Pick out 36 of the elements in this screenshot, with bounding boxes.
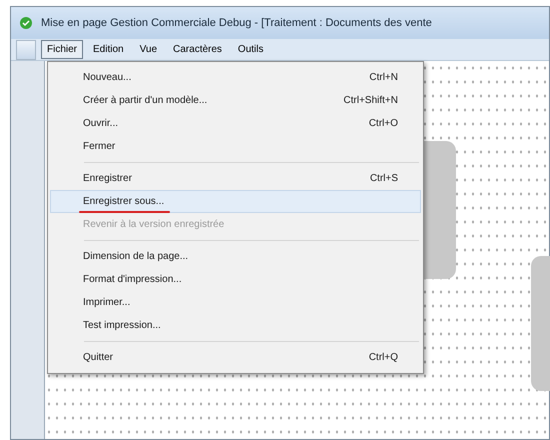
menu-item-label: Enregistrer bbox=[83, 173, 132, 184]
menu-item[interactable]: Imprimer... bbox=[50, 291, 421, 314]
menu-item-label: Créer à partir d'un modèle... bbox=[83, 95, 208, 106]
menu-item-label: Revenir à la version enregistrée bbox=[83, 219, 224, 230]
shortcut-label: Ctrl+O bbox=[368, 117, 398, 131]
menu-item-label: Format d'impression... bbox=[83, 274, 182, 285]
menu-item[interactable]: Fermer bbox=[50, 135, 421, 158]
menu-title[interactable]: Edition bbox=[87, 40, 130, 59]
menu-item-label: Ouvrir... bbox=[83, 118, 118, 129]
menu-item[interactable]: Créer à partir d'un modèle... Ctrl+Shift+N bbox=[50, 89, 421, 112]
shortcut-label: Ctrl+Q bbox=[368, 351, 398, 365]
menu-title[interactable]: Outils bbox=[232, 40, 270, 59]
app-icon bbox=[19, 16, 33, 30]
menu-title[interactable]: Caractères bbox=[167, 40, 228, 59]
document-icon bbox=[16, 40, 36, 60]
menu-item[interactable]: Quitter Ctrl+Q bbox=[50, 346, 421, 369]
menu-item[interactable]: Dimension de la page... bbox=[50, 245, 421, 268]
menu-item-label: Fermer bbox=[83, 141, 116, 152]
menu-title[interactable]: Fichier bbox=[41, 40, 84, 59]
shortcut-label: Ctrl+Shift+N bbox=[344, 94, 398, 108]
menu-item-label: Test impression... bbox=[83, 320, 161, 331]
menu-title[interactable]: Vue bbox=[134, 40, 164, 59]
menu-item-label: Quitter bbox=[83, 352, 114, 363]
menu-item[interactable]: Ouvrir... Ctrl+O bbox=[50, 112, 421, 135]
menu-item-label: Enregistrer sous... bbox=[83, 196, 164, 207]
menu-item[interactable]: Test impression... bbox=[50, 314, 421, 337]
menu-item-label: Dimension de la page... bbox=[83, 251, 188, 262]
window-title: Mise en page Gestion Commerciale Debug - [Traitement : Documents des vente bbox=[41, 16, 432, 31]
menu-item-label: Nouveau... bbox=[83, 72, 132, 83]
shortcut-label: Ctrl+S bbox=[370, 172, 398, 186]
menu-item[interactable]: Enregistrer Ctrl+S bbox=[50, 167, 421, 190]
shortcut-label: Ctrl+N bbox=[369, 71, 398, 85]
menu-item[interactable]: Nouveau... Ctrl+N bbox=[50, 66, 421, 89]
menu-item-label: Imprimer... bbox=[83, 297, 130, 308]
menu-item[interactable]: Enregistrer sous... bbox=[50, 190, 421, 213]
menu-item[interactable]: Format d'impression... bbox=[50, 268, 421, 291]
